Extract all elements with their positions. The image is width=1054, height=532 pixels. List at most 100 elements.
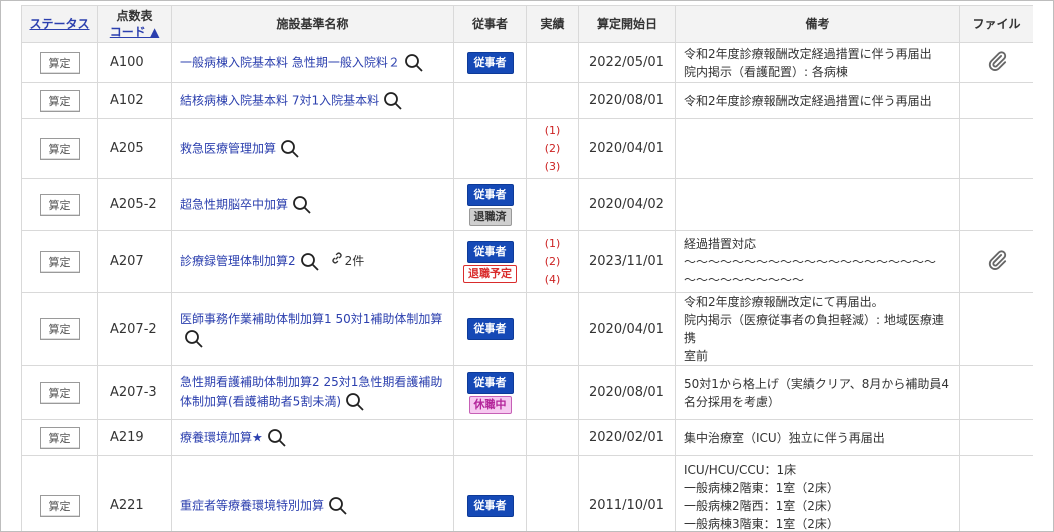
name-cell: 医師事務作業補助体制加算1 50対1補助体制加算 [171,292,454,366]
search-icon[interactable] [184,329,204,349]
status-cell: 算定 [21,365,98,420]
result-item: (2) [544,141,561,155]
notes-cell: 集中治療室（ICU）独立に伴う再届出 [675,419,960,456]
staff-badge-button[interactable]: 従事者 [466,371,514,394]
standard-name-link[interactable]: 療養環境加算★ [180,430,263,444]
table-row: 算定 A205-2 超急性期脳卒中加算 従事者 退職済 2020/04/02 [21,178,1033,231]
status-calc-button[interactable]: 算定 [39,318,80,340]
result-item: (1) [544,236,561,250]
status-cell: 算定 [21,230,98,293]
start-date-cell: 2011/10/01 [578,455,676,531]
sort-code-link[interactable]: コード ▲ [98,24,171,40]
note-line: 集中治療室（ICU）独立に伴う再届出 [684,430,885,445]
staff-badge-button[interactable]: 従事者 [466,494,514,517]
standard-name-link[interactable]: 診療録管理体制加算2 [180,254,296,268]
note-line: 〜〜〜〜〜〜〜〜〜〜〜〜〜〜〜〜〜〜〜〜〜 [684,254,937,269]
start-date-cell: 2020/04/01 [578,292,676,366]
file-cell [959,292,1033,366]
results-cell [526,365,579,420]
notes-cell [675,178,960,231]
table-body: 算定 A100 一般病棟入院基本料 急性期一般入院料２ 従事者 2022/05/01 令和… [21,42,1033,531]
search-icon[interactable] [267,428,287,448]
attachment-link[interactable]: 2件 [330,251,364,271]
header-staff: 従事者 [453,5,527,43]
table-header-row: ステータス 点数表 コード ▲ 施設基準名称 従事者 実績 算定開始日 備考 フ… [21,5,1033,43]
code-cell: A207 [97,230,172,293]
start-date-cell: 2020/04/01 [578,118,676,179]
standard-name-link[interactable]: 救急医療管理加算 [180,141,276,155]
note-line: 50対1から格上げ（実績クリア、8月から補助員4 [684,376,949,391]
search-icon[interactable] [404,53,424,73]
search-icon[interactable] [345,392,365,412]
status-calc-button[interactable]: 算定 [39,494,80,517]
standard-name-link[interactable]: 超急性期脳卒中加算 [180,197,288,211]
start-date-cell: 2020/08/01 [578,82,676,119]
standard-name-link[interactable]: 重症者等療養環境特別加算 [180,498,324,512]
notes-cell: 令和2年度診療報酬改定にて再届出。 院内掲示（医療従事者の負担軽減）: 地域医療連… [675,292,960,366]
header-start-date: 算定開始日 [578,5,676,43]
name-cell: 重症者等療養環境特別加算 [171,455,454,531]
search-icon[interactable] [300,252,320,272]
status-calc-button[interactable]: 算定 [39,426,80,449]
code-cell: A205-2 [97,178,172,231]
status-calc-button[interactable]: 算定 [39,137,80,160]
result-item: (2) [544,254,561,268]
staff-badge-button[interactable]: 従事者 [466,318,514,340]
start-date-cell: 2020/08/01 [578,365,676,420]
search-icon[interactable] [328,496,348,516]
paperclip-icon[interactable] [986,50,1008,72]
staff-cell: 従事者 [453,292,527,366]
link-icon [330,251,345,271]
header-results: 実績 [526,5,579,43]
sort-status-link[interactable]: ステータス [29,17,89,31]
standard-name-link[interactable]: 一般病棟入院基本料 急性期一般入院料２ [180,55,400,69]
result-item: (1) [544,123,561,137]
table-row: 算定 A207-3 急性期看護補助体制加算2 25対1急性期看護補助体制加算(看護補… [21,365,1033,420]
search-icon[interactable] [383,91,403,111]
staff-badge-button[interactable]: 従事者 [466,183,514,206]
start-date-cell: 2020/02/01 [578,419,676,456]
window-frame: ステータス 点数表 コード ▲ 施設基準名称 従事者 実績 算定開始日 備考 フ… [0,0,1054,532]
code-cell: A205 [97,118,172,179]
status-calc-button[interactable]: 算定 [39,250,80,273]
note-line: 令和2年度診療報酬改定経過措置に伴う再届出 [684,93,932,108]
facility-standards-table-area: ステータス 点数表 コード ▲ 施設基準名称 従事者 実績 算定開始日 備考 フ… [21,5,1033,531]
standard-name-link[interactable]: 急性期看護補助体制加算2 25対1急性期看護補助体制加算(看護補助者5割未満) [180,375,442,409]
search-icon[interactable] [280,139,300,159]
note-line: 名分採用を考慮） [684,394,781,409]
paperclip-icon[interactable] [986,249,1008,271]
result-item: (4) [544,272,561,286]
code-cell: A102 [97,82,172,119]
name-cell: 結核病棟入院基本料 7対1入院基本料 [171,82,454,119]
status-cell: 算定 [21,118,98,179]
staff-cell: 従事者 [453,455,527,531]
name-cell: 一般病棟入院基本料 急性期一般入院料２ [171,42,454,83]
results-cell [526,455,579,531]
results-cell [526,178,579,231]
search-icon[interactable] [292,195,312,215]
staff-badge-button[interactable]: 従事者 [466,240,514,263]
table-row: 算定 A102 結核病棟入院基本料 7対1入院基本料 2020/08/01 令和2年度診… [21,82,1033,119]
notes-cell: 50対1から格上げ（実績クリア、8月から補助員4 名分採用を考慮） [675,365,960,420]
note-line: 令和2年度診療報酬改定にて再届出。 [684,295,884,309]
status-cell: 算定 [21,82,98,119]
results-cell: (1) (2) (4) [526,230,579,293]
notes-cell: ICU/HCU/CCU：1床 一般病棟2階東：1室（2床） 一般病棟2階西：1室（2… [675,455,960,531]
standard-name-link[interactable]: 結核病棟入院基本料 7対1入院基本料 [180,93,379,107]
results-cell [526,292,579,366]
status-cell: 算定 [21,419,98,456]
status-calc-button[interactable]: 算定 [39,193,80,216]
header-status[interactable]: ステータス [21,5,98,43]
staff-badge-button[interactable]: 従事者 [466,51,514,74]
status-calc-button[interactable]: 算定 [39,51,80,74]
code-cell: A221 [97,455,172,531]
file-cell [959,365,1033,420]
status-calc-button[interactable]: 算定 [39,89,80,112]
results-cell [526,82,579,119]
status-cell: 算定 [21,292,98,366]
facility-standards-table: ステータス 点数表 コード ▲ 施設基準名称 従事者 実績 算定開始日 備考 フ… [21,5,1033,531]
note-line: 一般病棟2階西：1室（2床） [684,498,839,513]
status-calc-button[interactable]: 算定 [39,381,80,404]
standard-name-link[interactable]: 医師事務作業補助体制加算1 50対1補助体制加算 [180,312,442,326]
header-code[interactable]: 点数表 コード ▲ [97,5,172,43]
